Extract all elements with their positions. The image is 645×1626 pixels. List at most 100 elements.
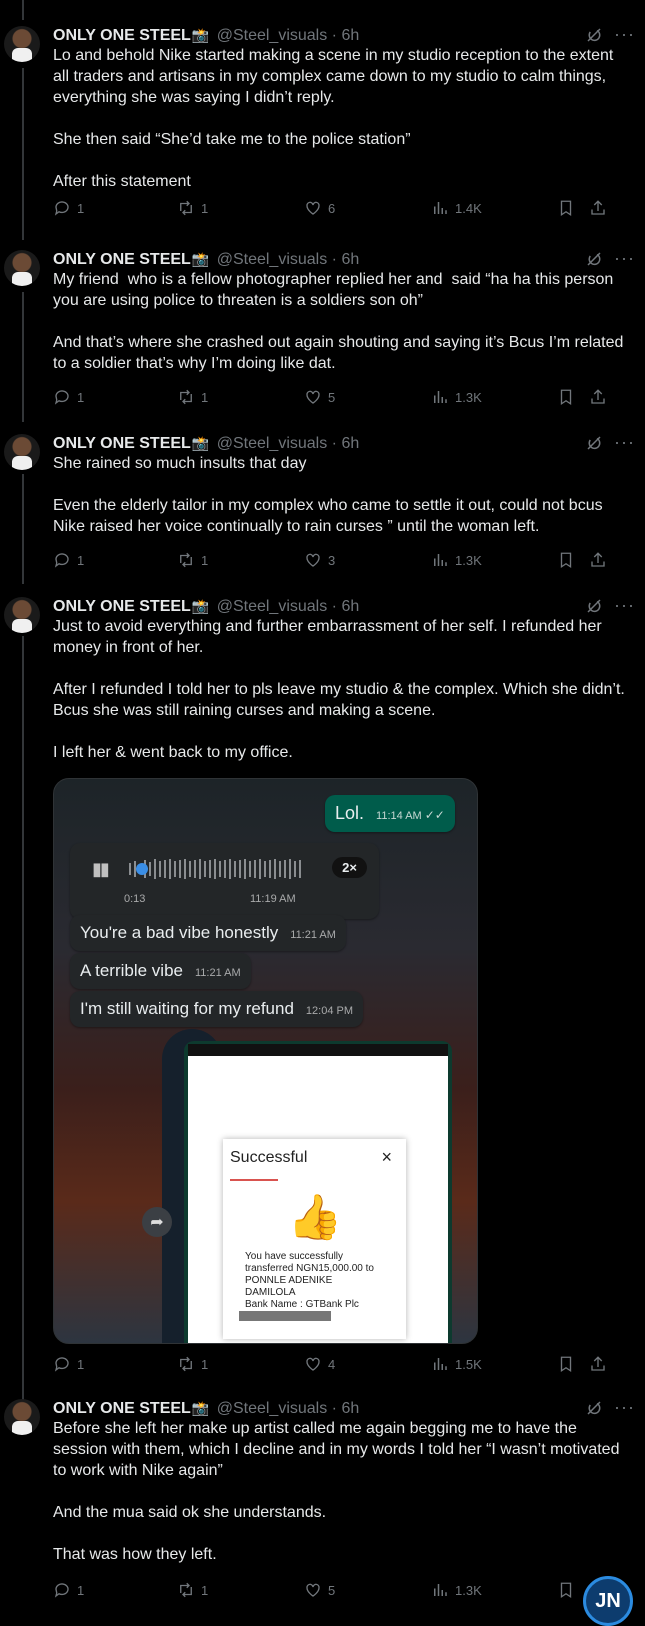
receipt-line: You have successfully [245, 1251, 344, 1262]
like-button[interactable]: 5 [304, 1581, 335, 1599]
author-name[interactable]: ONLY ONE STEEL [53, 251, 191, 268]
heart-icon [306, 390, 320, 404]
like-button[interactable]: 6 [304, 199, 335, 217]
message-time: 12:04 PM [305, 1005, 354, 1017]
like-button[interactable]: 4 [304, 1355, 335, 1373]
avatar[interactable] [4, 26, 40, 62]
camera-emoji: 📸 [191, 1400, 210, 1416]
avatar[interactable] [4, 1399, 40, 1435]
repost-button[interactable]: 1 [177, 1355, 208, 1373]
views-button[interactable]: 1.5K [431, 1355, 482, 1373]
repost-button[interactable]: 1 [177, 199, 208, 217]
author-name[interactable]: ONLY ONE STEEL [53, 1400, 191, 1417]
share-button[interactable] [589, 551, 607, 569]
share-icon [591, 389, 605, 404]
author-handle[interactable]: @Steel_visuals [217, 435, 328, 452]
forward-icon: ➦ [142, 1207, 172, 1237]
heart-icon [306, 553, 320, 567]
received-message-bubble: A terrible vibe 11:21 AM [70, 953, 251, 989]
received-message-bubble: I'm still waiting for my refund 12:04 PM [70, 991, 364, 1027]
tweet-actions: 1 1 5 1.3K [53, 388, 633, 410]
more-icon[interactable]: ··· [614, 248, 635, 269]
tweet-time[interactable]: · 6h [332, 1400, 360, 1417]
repost-button[interactable]: 1 [177, 551, 208, 569]
author-handle[interactable]: @Steel_visuals [217, 1400, 328, 1417]
repost-button[interactable]: 1 [177, 1581, 208, 1599]
receipt-line: DAMILOLA [245, 1287, 296, 1298]
more-icon[interactable]: ··· [614, 24, 635, 45]
like-button[interactable]: 5 [304, 388, 335, 406]
message-time: 11:21 AM [195, 967, 241, 979]
author-handle[interactable]: @Steel_visuals [217, 251, 328, 268]
thread-line [22, 0, 24, 20]
message-text: I'm still waiting for my refund [80, 999, 294, 1018]
author-name[interactable]: ONLY ONE STEEL [53, 27, 191, 44]
tweet-actions: 1 1 6 1.4K [53, 199, 633, 221]
bookmark-button[interactable] [557, 388, 575, 406]
repost-count: 1 [201, 200, 209, 216]
grok-icon[interactable] [585, 26, 603, 44]
tweet-time[interactable]: · 6h [332, 435, 360, 452]
more-icon[interactable]: ··· [614, 595, 635, 616]
reply-count: 1 [77, 552, 85, 568]
views-button[interactable]: 1.3K [431, 1581, 482, 1599]
pause-icon: ▮▮ [92, 859, 110, 879]
title-underline [230, 1179, 278, 1181]
views-count: 1.3K [455, 1582, 482, 1598]
tweet-media-image[interactable]: Lol. 11:14 AM ✓✓ ▮▮ 2× 0:13 11:19 AM You'r… [53, 778, 478, 1344]
bookmark-icon [560, 552, 572, 569]
reply-button[interactable]: 1 [53, 1355, 84, 1373]
reply-button[interactable]: 1 [53, 551, 84, 569]
receipt-card: Successful × 👍 You have successfully tra… [223, 1139, 406, 1339]
share-button[interactable] [589, 1355, 607, 1373]
message-time: 11:21 AM [290, 929, 336, 941]
like-button[interactable]: 3 [304, 551, 335, 569]
reply-button[interactable]: 1 [53, 199, 84, 217]
voice-duration: 0:13 [124, 893, 146, 905]
playback-speed-button: 2× [332, 857, 367, 878]
reply-button[interactable]: 1 [53, 388, 84, 406]
receipt-line: Bank Name : GTBank Plc [245, 1299, 359, 1310]
bookmark-button[interactable] [557, 1355, 575, 1373]
share-button[interactable] [589, 388, 607, 406]
tweet-time[interactable]: · 6h [332, 598, 360, 615]
grok-icon[interactable] [585, 597, 603, 615]
tweet-header: ONLY ONE STEEL📸 @Steel_visuals · 6h [53, 595, 635, 617]
more-icon[interactable]: ··· [614, 1397, 635, 1418]
avatar[interactable] [4, 434, 40, 470]
views-count: 1.5K [455, 1356, 482, 1372]
views-button[interactable]: 1.4K [431, 199, 482, 217]
author-handle[interactable]: @Steel_visuals [217, 598, 328, 615]
grok-icon[interactable] [585, 1399, 603, 1417]
share-button[interactable] [589, 199, 607, 217]
message-text: Lol. [335, 803, 365, 823]
views-icon [434, 202, 447, 214]
more-icon[interactable]: ··· [614, 432, 635, 453]
reply-button[interactable]: 1 [53, 1581, 84, 1599]
sent-message-bubble: Lol. 11:14 AM ✓✓ [325, 795, 455, 832]
author-name[interactable]: ONLY ONE STEEL [53, 435, 191, 452]
author-name[interactable]: ONLY ONE STEEL [53, 598, 191, 615]
repost-icon [180, 200, 192, 216]
bookmark-button[interactable] [557, 1581, 575, 1599]
views-button[interactable]: 1.3K [431, 388, 482, 406]
thread-line [22, 68, 24, 240]
repost-count: 1 [201, 1582, 209, 1598]
avatar[interactable] [4, 250, 40, 286]
grok-icon[interactable] [585, 434, 603, 452]
repost-button[interactable]: 1 [177, 388, 208, 406]
author-handle[interactable]: @Steel_visuals [217, 27, 328, 44]
tweet-header: ONLY ONE STEEL📸 @Steel_visuals · 6h [53, 432, 635, 454]
receipt-line: transferred NGN15,000.00 to [245, 1263, 374, 1274]
repost-icon [180, 389, 192, 405]
views-icon [434, 1358, 447, 1370]
avatar[interactable] [4, 597, 40, 633]
tweet-text: She rained so much insults that day Even… [53, 455, 603, 535]
views-button[interactable]: 1.3K [431, 551, 482, 569]
grok-icon[interactable] [585, 250, 603, 268]
bookmark-button[interactable] [557, 551, 575, 569]
tweet-time[interactable]: · 6h [332, 251, 360, 268]
close-icon: × [381, 1147, 392, 1167]
bookmark-button[interactable] [557, 199, 575, 217]
tweet-time[interactable]: · 6h [332, 27, 360, 44]
